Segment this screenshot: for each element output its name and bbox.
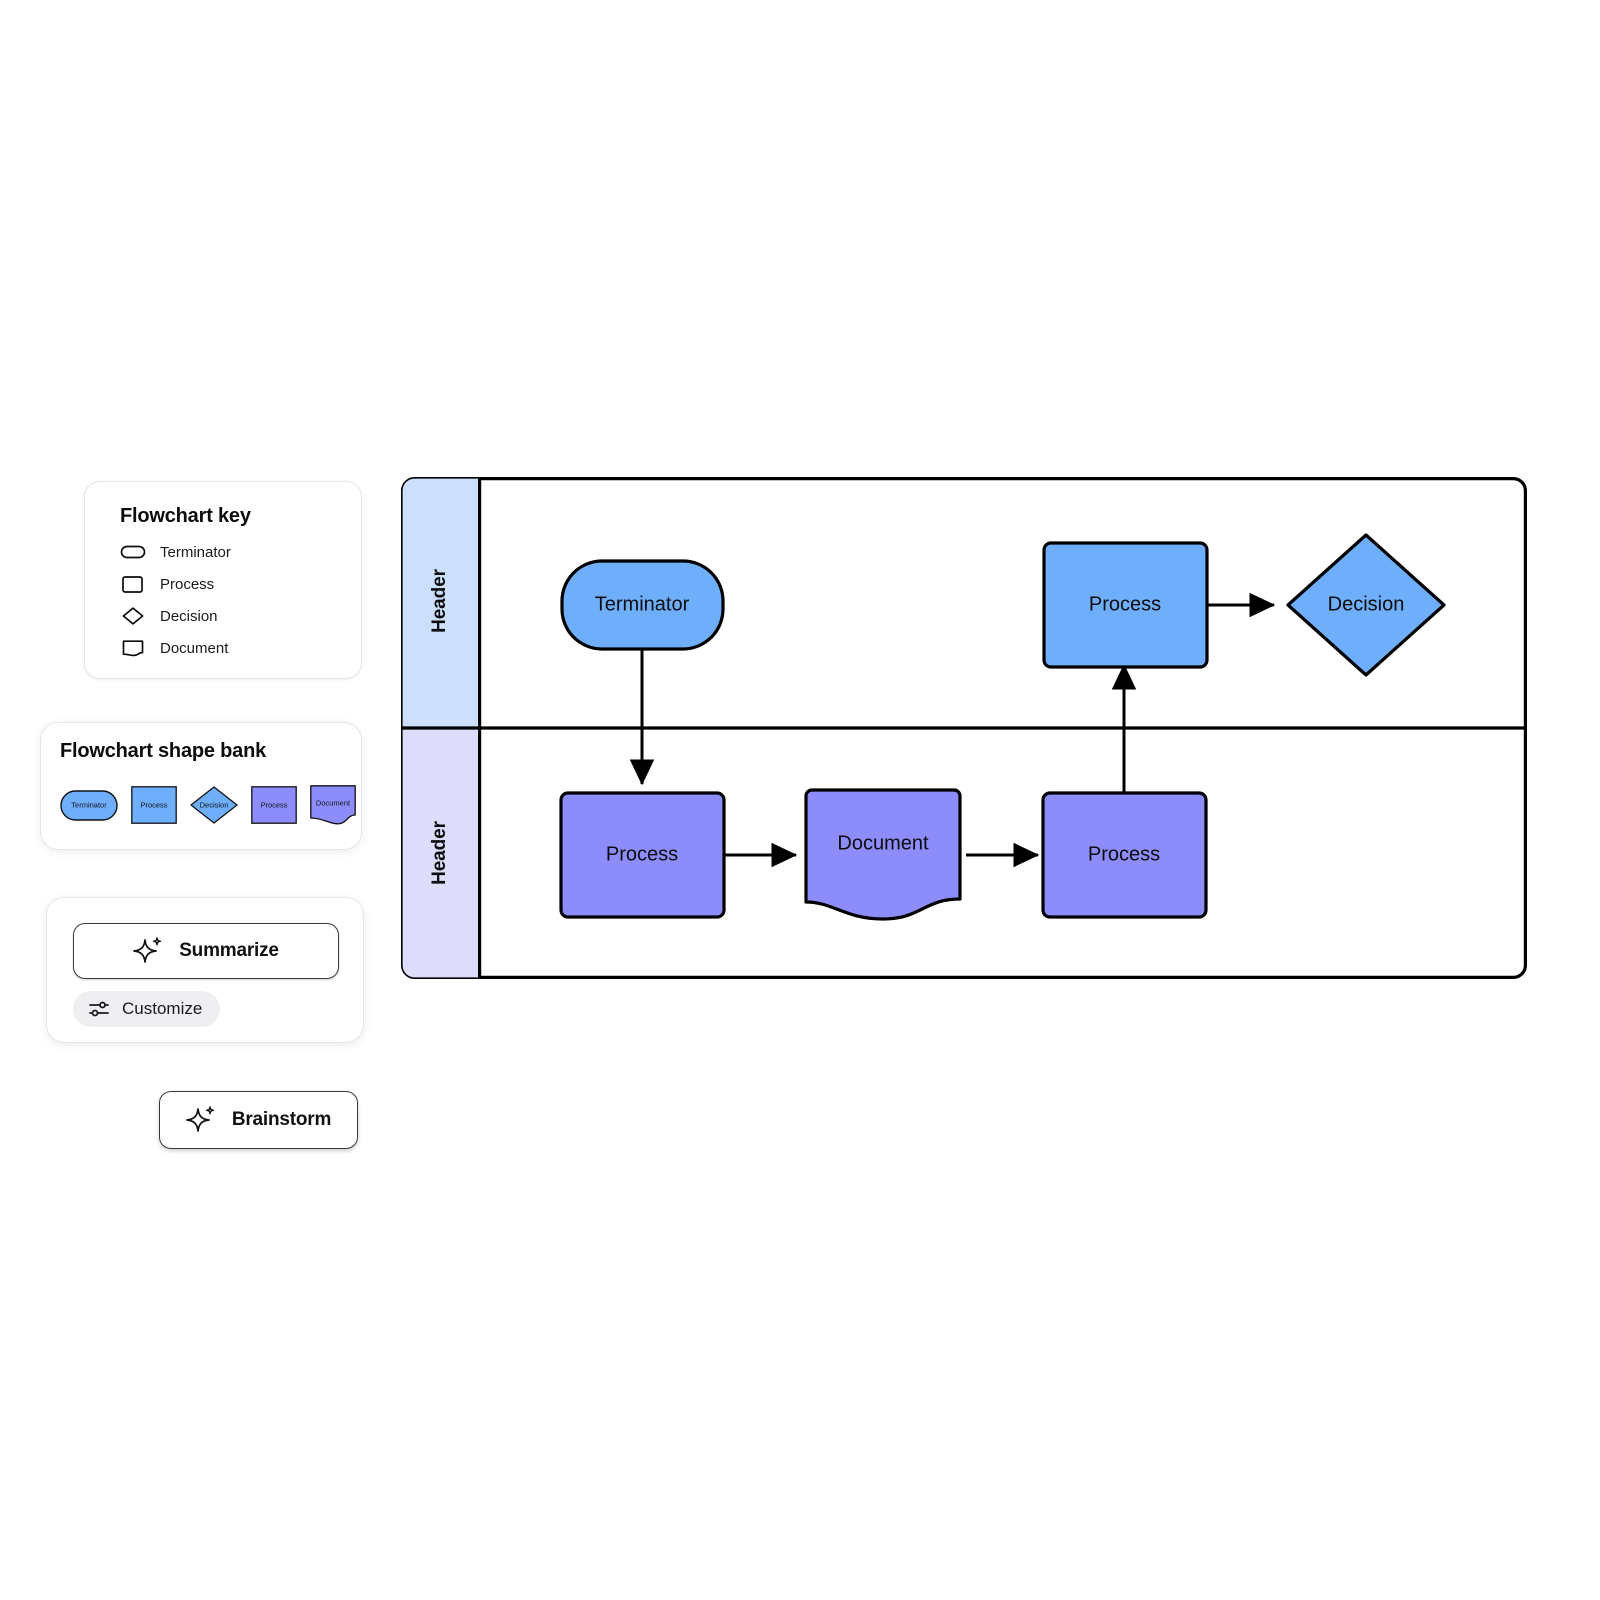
decision-shape-icon [190,786,238,824]
process-shape-icon [251,786,297,824]
node-process-top [1042,541,1209,669]
sparkle-icon [185,1106,214,1132]
flowchart-svg [401,477,1527,979]
key-row-decision: Decision [120,604,218,628]
node-document [804,788,962,921]
terminator-shape-icon [60,789,118,821]
sparkle-icon [133,937,162,963]
key-label-document: Document [160,639,229,657]
node-process-bottom-2 [1041,791,1208,919]
lane-title-bottom: Header [429,821,450,885]
key-label-terminator: Terminator [160,543,231,561]
key-label-decision: Decision [160,607,218,625]
customize-label: Customize [122,999,203,1018]
brainstorm-button[interactable]: Brainstorm [159,1091,358,1149]
shape-bank-item-decision[interactable]: Decision [190,786,238,824]
key-row-process: Process [120,572,214,596]
node-process-bottom-1 [559,791,726,919]
shape-bank-item-terminator[interactable]: Terminator [60,789,118,821]
customize-button[interactable]: Customize [73,991,221,1027]
process-shape-icon [131,786,177,824]
lane-title-top: Header [429,569,450,633]
shape-bank-item-process-blue[interactable]: Process [131,786,177,824]
key-row-terminator: Terminator [120,540,231,564]
shape-bank-row: Terminator Process Decision Process Docu [60,785,356,825]
key-row-document: Document [120,636,228,660]
ai-actions-panel: Summarize Customize [46,897,364,1043]
shape-bank-title: Flowchart shape bank [60,740,267,762]
shape-bank-item-document[interactable]: Document [310,785,356,825]
process-icon [122,576,143,593]
summarize-label: Summarize [179,940,279,961]
flowchart-shape-bank-panel: Flowchart shape bank Terminator Process … [40,722,362,850]
document-shape-icon [310,785,356,825]
tune-sliders-icon [89,1001,109,1017]
key-label-process: Process [160,575,215,593]
flowchart-key-title: Flowchart key [120,505,251,527]
shape-bank-item-process-purple[interactable]: Process [251,786,297,824]
summarize-button[interactable]: Summarize [73,923,339,979]
terminator-icon [120,545,146,559]
flowchart-key-panel: Flowchart key Terminator Process Decisio… [84,481,362,679]
document-icon [122,640,144,657]
flowchart-canvas[interactable]: Header Header Terminator Process Decisio… [401,477,1527,979]
node-terminator [560,559,725,651]
brainstorm-label: Brainstorm [231,1109,332,1130]
decision-icon [122,607,144,625]
